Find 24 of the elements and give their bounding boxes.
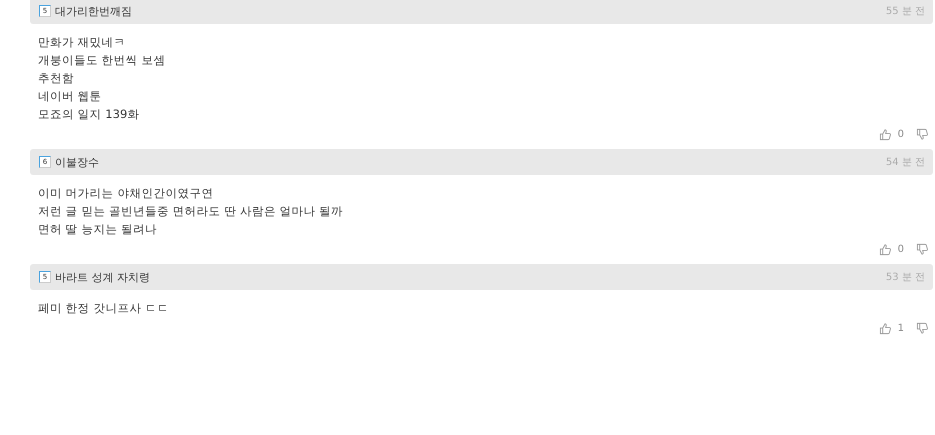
thumbs-down-icon[interactable] [916, 128, 929, 140]
comment-time: 54 분 전 [886, 156, 925, 169]
comment-text: 네이버 웹툰 [38, 88, 103, 105]
comment-text: 이미 머가리는 야채인간이였구연 [38, 185, 214, 202]
author-name[interactable]: 대가리한번깨짐 [55, 4, 132, 18]
like-count: 0 [898, 128, 904, 140]
thumbs-up-icon[interactable] [878, 242, 892, 256]
like-count: 0 [898, 244, 904, 254]
comment-text: 면허 딸 능지는 될려나 [38, 221, 158, 238]
author-name[interactable]: 바라트 성계 자치령 [55, 270, 150, 284]
like-count: 1 [898, 322, 904, 334]
thumbs-down-icon[interactable] [916, 242, 929, 256]
comment-text: 저런 글 믿는 골빈년들중 면허라도 딴 사람은 얼마나 될까 [38, 203, 344, 220]
comment-time: 55 분 전 [886, 5, 925, 18]
thumbs-up-icon[interactable] [878, 128, 892, 140]
thumbs-down-icon[interactable] [916, 322, 929, 334]
author-name[interactable]: 이불장수 [55, 154, 99, 170]
comment-text: 추천함 [38, 70, 75, 87]
comment-text: 페미 한정 갓니프사 ㄷㄷ [38, 300, 170, 317]
comment-time: 53 분 전 [886, 271, 925, 284]
comment-text: 만화가 재밌네ㅋ [38, 34, 127, 51]
thumbs-up-icon[interactable] [878, 322, 892, 334]
comment-text: 개붕이들도 한번씩 보셈 [38, 52, 166, 69]
comment-text: 모죠의 일지 139화 [38, 106, 140, 123]
